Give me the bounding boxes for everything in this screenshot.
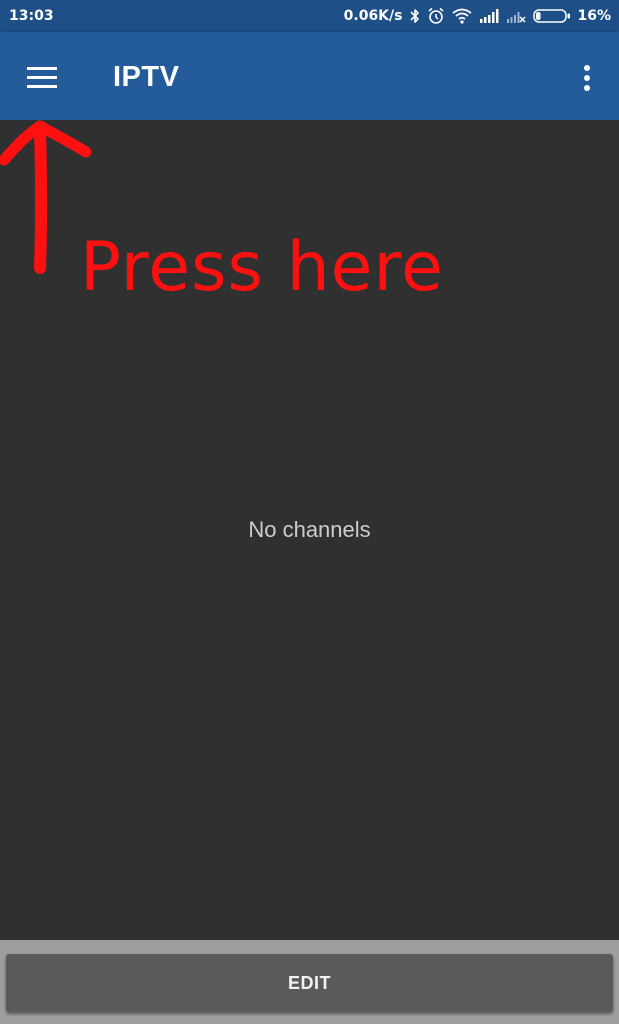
app-bar: IPTV — [0, 32, 619, 120]
status-time: 13:03 — [9, 8, 54, 24]
hamburger-menu-icon[interactable] — [18, 56, 68, 100]
edit-button[interactable]: EDIT — [6, 954, 613, 1012]
alarm-icon — [428, 7, 444, 24]
bluetooth-icon — [410, 9, 420, 23]
app-title: IPTV — [113, 61, 180, 93]
bottom-bar: EDIT — [0, 940, 619, 1024]
battery-icon — [533, 9, 571, 23]
network-speed: 0.06K/s — [343, 8, 403, 24]
status-icons: 0.06K/s 16% — [344, 6, 611, 26]
battery-percent: 16% — [577, 8, 611, 24]
annotation-text: Press here — [80, 228, 444, 307]
empty-state-message: No channels — [248, 517, 371, 542]
channel-list-area: Press here No channels — [0, 120, 619, 940]
wifi-icon — [452, 8, 473, 24]
status-bar: 13:03 0.06K/s 16% — [0, 0, 619, 32]
signal-no-sim-icon — [507, 12, 527, 23]
more-vert-icon[interactable] — [569, 56, 605, 100]
signal-icon — [480, 9, 499, 23]
